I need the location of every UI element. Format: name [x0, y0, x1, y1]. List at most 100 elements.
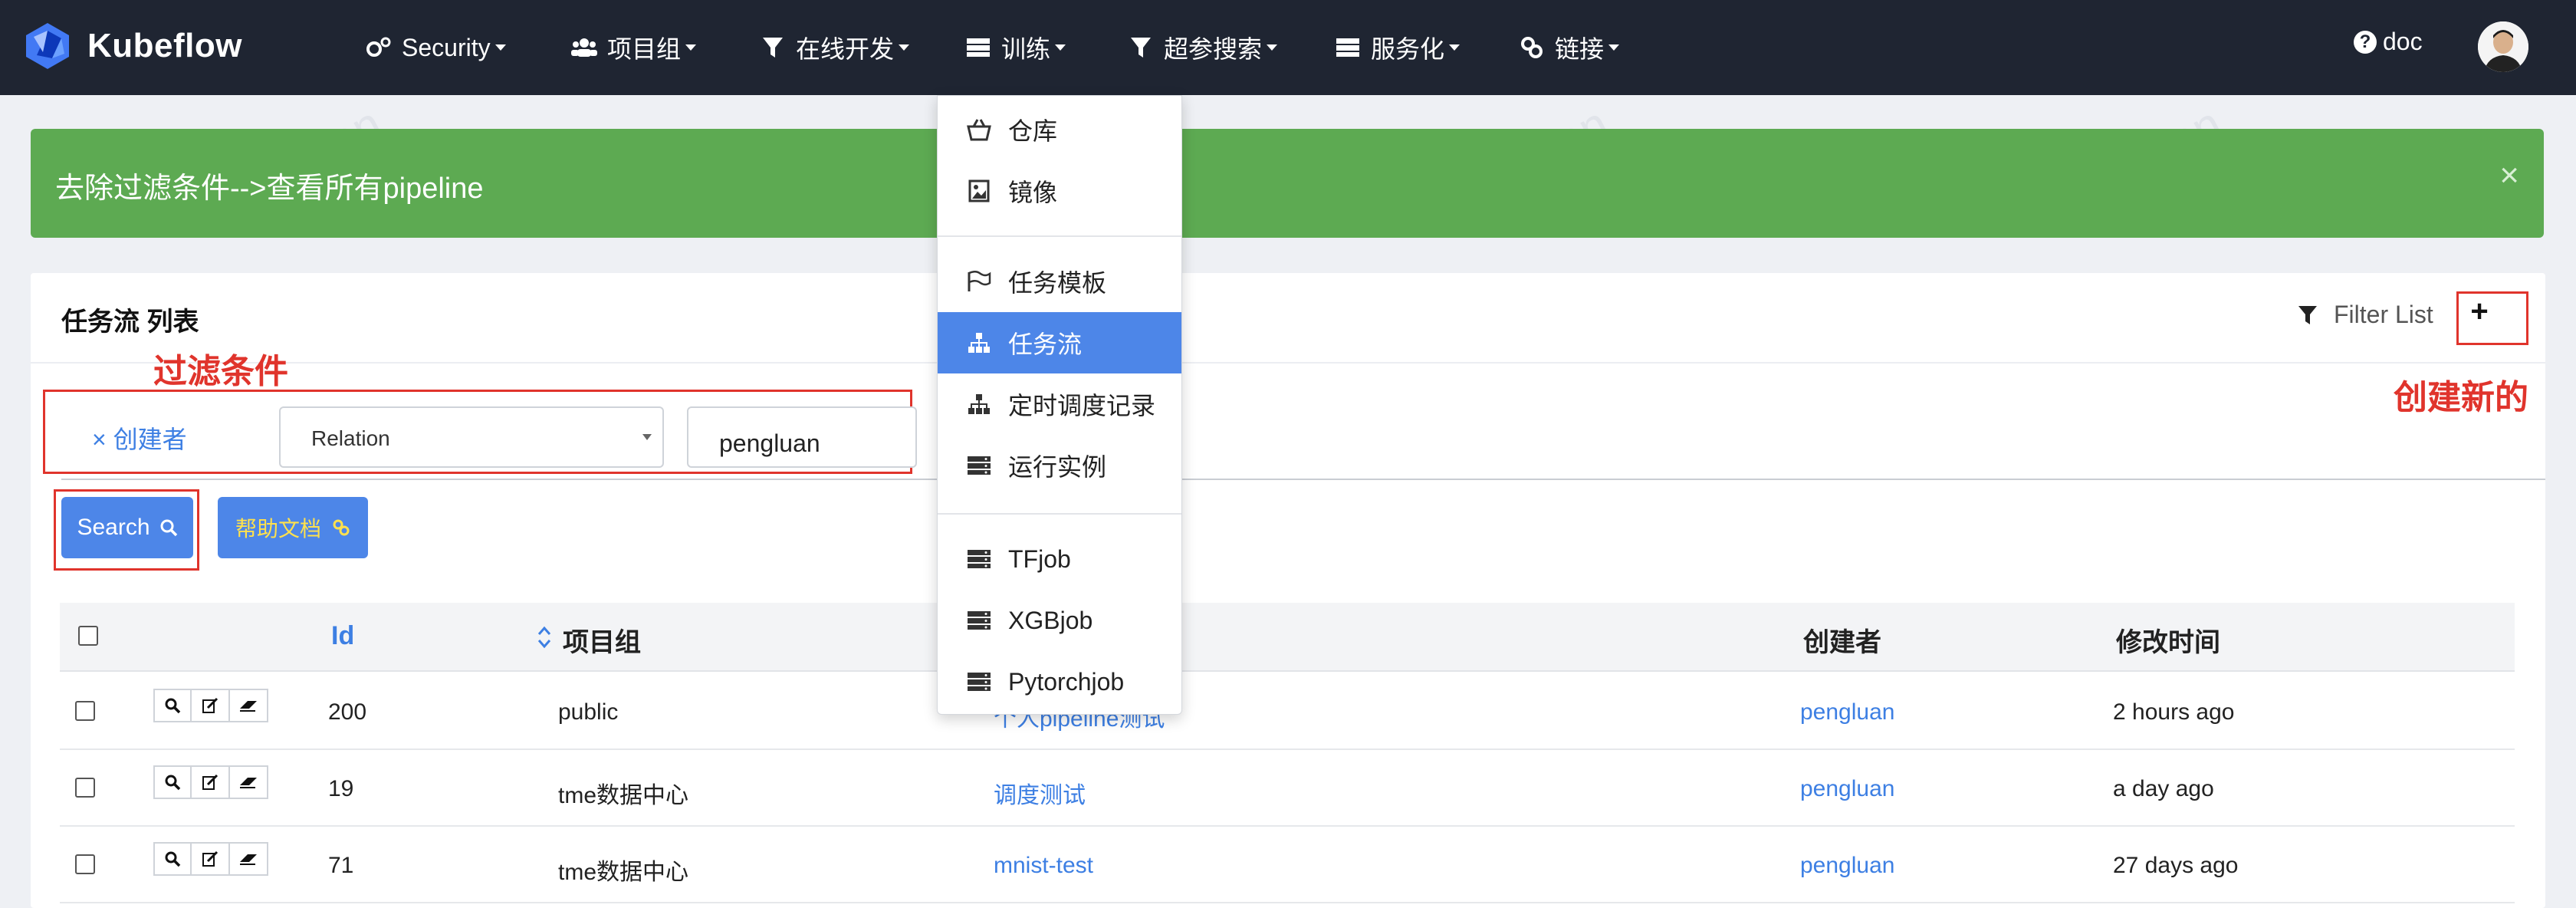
relation-select[interactable]: Relation [279, 406, 664, 468]
divider [61, 479, 2545, 480]
nav-security[interactable]: Security [365, 28, 506, 67]
server-icon [965, 668, 993, 696]
user-avatar[interactable] [2478, 21, 2528, 72]
alert-text: 去除过滤条件-->查看所有pipeline [55, 173, 484, 205]
top-navbar: Kubeflow Security 项目组 在线开发 训练 超参搜索 服务化 链… [0, 0, 2576, 95]
select-all-checkbox[interactable] [78, 626, 98, 646]
caret-down-icon [1608, 44, 1620, 51]
menu-item-pipeline[interactable]: 任务流 [938, 312, 1181, 373]
edit-icon[interactable] [192, 765, 230, 799]
sitemap-icon [965, 329, 993, 357]
caret-down-icon [495, 44, 506, 51]
doc-link[interactable]: ? doc [2354, 28, 2423, 56]
nav-serving[interactable]: 服务化 [1334, 28, 1460, 67]
filter-icon [1127, 34, 1155, 61]
filter-value-input[interactable]: pengluan [687, 406, 917, 468]
table-row: 19 tme数据中心 调度测试 pengluan a day ago [60, 750, 2515, 827]
nav-project-group[interactable]: 项目组 [570, 28, 697, 67]
caret-down-icon [1267, 44, 1278, 51]
image-icon [965, 177, 993, 205]
nav-training[interactable]: 训练 [964, 28, 1066, 67]
row-creator-link[interactable]: pengluan [1800, 699, 1894, 725]
gears-icon [365, 34, 393, 61]
column-id[interactable]: Id [331, 621, 354, 651]
menu-item-repository[interactable]: 仓库 [938, 99, 1181, 160]
row-project: tme数据中心 [558, 860, 689, 885]
row-creator-link[interactable]: pengluan [1800, 776, 1894, 802]
annotation-filter: 过滤条件 [153, 353, 288, 390]
training-dropdown-menu: 仓库 镜像 任务模板 任务流 定时调度记录 运行实例 TFjob XGBjob … [937, 95, 1182, 715]
menu-item-label: 运行实例 [1008, 453, 1107, 481]
row-name-link[interactable]: mnist-test [994, 853, 1093, 879]
kubeflow-logo-icon [26, 23, 69, 69]
server-icon [1334, 34, 1362, 61]
nav-hyperparam-search[interactable]: 超参搜索 [1127, 28, 1278, 67]
eraser-icon[interactable] [230, 689, 268, 722]
row-id: 200 [328, 699, 367, 725]
edit-icon[interactable] [192, 689, 230, 722]
menu-item-label: 任务流 [1008, 331, 1083, 358]
question-circle-icon: ? [2354, 30, 2377, 54]
menu-divider [938, 235, 1181, 237]
view-icon[interactable] [153, 689, 192, 722]
menu-item-label: TFjob [1008, 544, 1071, 573]
sort-icon[interactable] [537, 624, 552, 654]
link-icon [332, 518, 350, 537]
annotation-box-search [54, 489, 199, 571]
filter-list-button[interactable]: Filter List [2298, 301, 2433, 329]
nav-label: 在线开发 [796, 35, 895, 63]
menu-item-label: 仓库 [1008, 117, 1058, 145]
caret-down-icon [1449, 44, 1460, 51]
eraser-icon[interactable] [230, 765, 268, 799]
flag-icon [965, 268, 993, 295]
menu-item-run-instances[interactable]: 运行实例 [938, 435, 1181, 496]
table-row: 71 tme数据中心 mnist-test pengluan 27 days a… [60, 827, 2515, 903]
nav-label: 训练 [1001, 35, 1051, 63]
menu-item-xgbjob[interactable]: XGBjob [938, 590, 1181, 651]
eraser-icon[interactable] [230, 842, 268, 876]
nav-online-dev[interactable]: 在线开发 [759, 28, 910, 67]
page-title: 任务流 列表 [61, 308, 199, 337]
menu-item-label: 定时调度记录 [1008, 392, 1156, 419]
row-actions [153, 689, 268, 722]
doc-label: doc [2383, 28, 2423, 55]
menu-item-schedule-records[interactable]: 定时调度记录 [938, 373, 1181, 435]
brand[interactable]: Kubeflow [21, 20, 242, 72]
caret-down-icon [1055, 44, 1066, 51]
nav-links[interactable]: 链接 [1518, 28, 1620, 67]
table-row: 200 public 个人pipeline测试 pengluan 2 hours… [60, 673, 2515, 750]
avatar-icon [2478, 21, 2528, 72]
users-icon [570, 34, 598, 61]
row-checkbox[interactable] [75, 701, 95, 721]
basket-icon [965, 116, 993, 143]
menu-item-label: 镜像 [1008, 179, 1058, 206]
filter-icon [2298, 305, 2317, 325]
divider [31, 362, 2545, 364]
caret-down-icon [685, 44, 697, 51]
menu-item-image[interactable]: 镜像 [938, 160, 1181, 222]
row-name-link[interactable]: 调度测试 [994, 776, 1086, 810]
view-icon[interactable] [153, 765, 192, 799]
row-modified: 27 days ago [2113, 853, 2239, 878]
edit-icon[interactable] [192, 842, 230, 876]
brand-name: Kubeflow [87, 27, 242, 64]
row-id: 19 [328, 776, 354, 801]
list-panel: 任务流 列表 Filter List + 创建新的 过滤条件 × 创建者 Rel… [31, 273, 2545, 908]
view-icon[interactable] [153, 842, 192, 876]
filter-chip-creator[interactable]: × 创建者 [92, 420, 187, 456]
menu-item-task-template[interactable]: 任务模板 [938, 251, 1181, 312]
server-icon [965, 607, 993, 634]
table-header: Id 项目组 创建者 修改时间 [60, 603, 2515, 672]
row-modified: a day ago [2113, 776, 2214, 801]
help-doc-button[interactable]: 帮助文档 [218, 497, 368, 558]
row-checkbox[interactable] [75, 854, 95, 874]
menu-item-tfjob[interactable]: TFjob [938, 528, 1181, 590]
row-checkbox[interactable] [75, 778, 95, 798]
column-creator: 创建者 [1803, 628, 1881, 657]
annotation-box-add [2456, 291, 2528, 345]
close-icon[interactable]: × [2499, 156, 2519, 195]
row-creator-link[interactable]: pengluan [1800, 853, 1894, 879]
info-alert: 去除过滤条件-->查看所有pipeline × [31, 129, 2544, 238]
menu-item-pytorchjob[interactable]: Pytorchjob [938, 651, 1181, 712]
menu-item-label: XGBjob [1008, 606, 1093, 634]
